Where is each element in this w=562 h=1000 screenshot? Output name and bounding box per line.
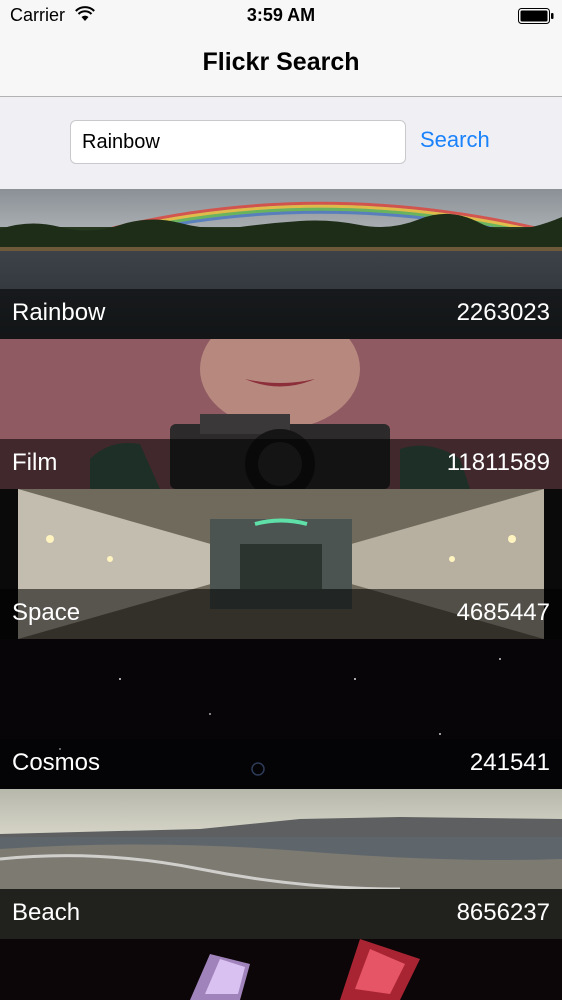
- result-name: Rainbow: [12, 299, 106, 326]
- result-row-film[interactable]: Film 11811589: [0, 339, 562, 489]
- result-row-partial[interactable]: [0, 939, 562, 1000]
- result-row-beach[interactable]: Beach 8656237: [0, 789, 562, 939]
- result-count: 11811589: [446, 449, 550, 476]
- search-input[interactable]: [70, 120, 406, 164]
- result-name: Beach: [12, 899, 81, 926]
- result-row-rainbow[interactable]: Rainbow 2263023: [0, 189, 562, 339]
- status-bar: Carrier 3:59 AM: [0, 0, 562, 32]
- result-row-space[interactable]: Space 4685447: [0, 489, 562, 639]
- result-count: 2263023: [456, 299, 550, 326]
- partial-thumbnail: [0, 939, 562, 1000]
- search-bar: Search: [0, 97, 562, 189]
- navigation-bar: Flickr Search: [0, 32, 562, 97]
- result-name: Film: [12, 449, 58, 476]
- page-title: Flickr Search: [202, 48, 360, 76]
- result-count: 4685447: [456, 599, 550, 626]
- result-name: Cosmos: [12, 749, 101, 776]
- flickr-search-screen: Carrier 3:59 AM Flickr Search Search: [0, 0, 562, 1000]
- results-list[interactable]: Rainbow 2263023 Film 11811589 Space 4685…: [0, 189, 562, 1000]
- result-row-cosmos[interactable]: Cosmos 241541: [0, 639, 562, 789]
- search-button[interactable]: Search: [420, 127, 490, 153]
- result-name: Space: [12, 599, 81, 626]
- result-count: 241541: [469, 749, 550, 776]
- result-count: 8656237: [456, 899, 550, 926]
- battery-icon: [518, 8, 554, 24]
- status-time: 3:59 AM: [246, 5, 316, 25]
